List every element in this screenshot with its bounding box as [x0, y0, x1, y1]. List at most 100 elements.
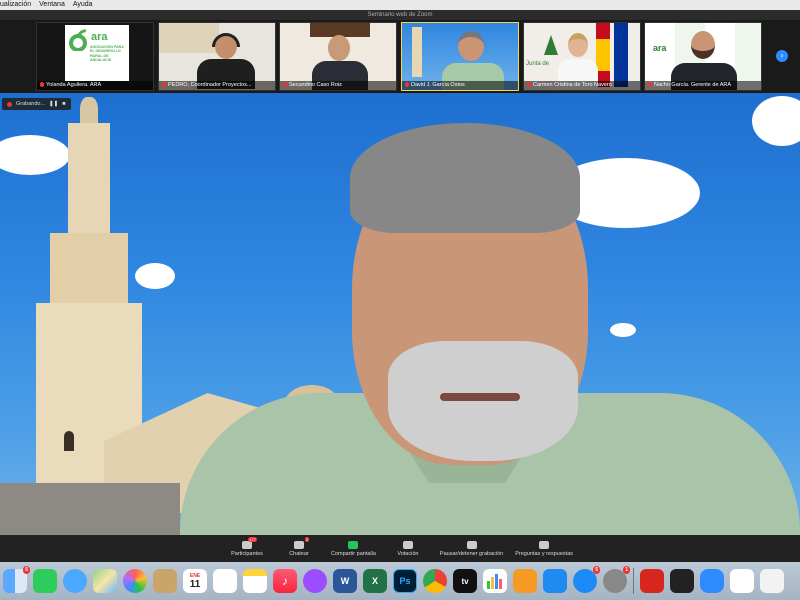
participant-tile[interactable]: ara ASOCIACIÓN PARA EL DESARROLLO RURAL … [36, 22, 154, 91]
share-screen-icon [348, 540, 359, 549]
share-screen-label: Compartir pantalla [330, 550, 376, 557]
eu-flag [614, 23, 628, 87]
participant-tile[interactable]: Junta de Carmen Cristina de Toro Navero [523, 22, 641, 91]
stop-icon[interactable]: ■ [62, 98, 65, 110]
calendar-day: 11 [189, 578, 201, 590]
finder-icon[interactable]: 6 [3, 566, 30, 593]
participant-name: David J. García Ostos [402, 81, 518, 90]
muted-mic-icon [527, 82, 531, 88]
cloud [752, 96, 800, 146]
participant-name: Secundino Caso Roiz [280, 81, 396, 90]
ara-logo-icon [69, 29, 87, 51]
junta-logo-text: Junta de [526, 61, 550, 67]
ara-logo-caption: ASOCIACIÓN PARA EL DESARROLLO RURAL DE A… [90, 45, 124, 63]
pause-record-icon [466, 540, 477, 549]
recording-indicator[interactable]: Grabando... ❚❚ ■ [2, 98, 71, 110]
bar-chart-icon [487, 574, 502, 589]
speaker-hair [350, 123, 580, 233]
acrobat-icon[interactable] [640, 569, 664, 593]
chrome-icon[interactable] [423, 569, 447, 593]
cloud [610, 323, 636, 337]
notes-icon[interactable] [243, 569, 267, 593]
muted-mic-icon [648, 82, 652, 88]
tower-upper [68, 123, 110, 233]
muted-mic-icon [40, 82, 44, 88]
maps-icon[interactable] [93, 569, 117, 593]
ara-banner-logo: ara [653, 43, 667, 53]
menu-bar: ualización Ventana Ayuda [0, 0, 800, 10]
music-icon[interactable]: ♪ [273, 569, 297, 593]
participant-head [328, 35, 350, 61]
pause-record-button[interactable]: Pausar/detener grabación [439, 540, 504, 557]
menu-item-help[interactable]: Ayuda [73, 0, 93, 10]
audio-app-icon[interactable] [670, 569, 694, 593]
apple-tv-icon[interactable]: tv [453, 569, 477, 593]
participant-name: Carmen Cristina de Toro Navero [524, 81, 640, 90]
participant-count: 177 [248, 536, 257, 542]
chat-icon: 2 [293, 536, 309, 549]
podcasts-icon[interactable] [303, 569, 327, 593]
main-video [0, 93, 800, 535]
poll-button[interactable]: Votación [388, 540, 428, 557]
finder-badge: 6 [23, 566, 30, 574]
participants-button[interactable]: 177 Participantes [227, 536, 267, 557]
participant-tile[interactable]: PEDRO, Coordinador Proyectos... [158, 22, 276, 91]
facetime-icon[interactable] [33, 569, 57, 593]
junta-logo-icon [544, 35, 558, 55]
word-icon[interactable]: W [333, 569, 357, 593]
participant-name: Nacho García. Gerente de ARA [645, 81, 761, 90]
calendar-icon[interactable]: ENE 11 [183, 569, 207, 593]
app-store-icon[interactable]: 5 [573, 566, 600, 593]
system-preferences-icon[interactable]: 1 [603, 566, 630, 593]
record-dot-icon [7, 101, 12, 107]
share-screen-button[interactable]: Compartir pantalla [330, 540, 376, 557]
muted-mic-icon [405, 82, 409, 88]
wall-map [159, 23, 219, 53]
tower-belfry [50, 233, 128, 303]
chat-button[interactable]: 2 Chatear [279, 536, 319, 557]
muted-mic-icon [283, 82, 287, 88]
window-title: Seminario web de Zoom [0, 10, 800, 20]
pause-record-label: Pausar/detener grabación [439, 550, 504, 557]
participant-tile[interactable]: Secundino Caso Roiz [279, 22, 397, 91]
ara-logo: ara ASOCIACIÓN PARA EL DESARROLLO RURAL … [65, 25, 129, 81]
menu-item-view[interactable]: ualización [0, 0, 31, 10]
speaker-beard [388, 341, 578, 461]
recording-label: Grabando... [16, 101, 46, 107]
pages-icon[interactable] [513, 569, 537, 593]
contacts-icon[interactable] [153, 569, 177, 593]
qa-label: Preguntas y respuestas [515, 550, 574, 557]
rooftops [0, 483, 180, 535]
chat-label: Chatear [289, 550, 309, 557]
ara-logo-text: ara [91, 31, 108, 43]
numbers-icon[interactable] [483, 569, 507, 593]
participant-tile[interactable]: David J. García Ostos [401, 22, 519, 91]
reminders-icon[interactable] [213, 569, 237, 593]
keynote-icon[interactable] [543, 569, 567, 593]
participant-head [568, 33, 588, 57]
document-icon[interactable] [730, 569, 754, 593]
messages-icon[interactable] [63, 569, 87, 593]
participants-label: Participantes [231, 550, 263, 557]
zoom-icon[interactable] [700, 569, 724, 593]
poll-label: Votación [397, 550, 419, 557]
participant-head [458, 31, 484, 61]
participant-tile[interactable]: ara Nacho García. Gerente de ARA [644, 22, 762, 91]
excel-icon[interactable]: X [363, 569, 387, 593]
participant-head [691, 31, 715, 59]
meeting-controls: 177 Participantes 2 Chatear Compartir pa… [0, 535, 800, 562]
photoshop-icon[interactable]: Ps [393, 569, 417, 593]
muted-mic-icon [162, 82, 166, 88]
preview-icon[interactable] [760, 569, 784, 593]
next-page-button[interactable]: › [776, 50, 788, 62]
settings-badge: 1 [623, 566, 630, 574]
qa-button[interactable]: Preguntas y respuestas [515, 540, 574, 557]
dock: 6 ENE 11 ♪ W X Ps tv 5 1 [0, 562, 800, 600]
chat-count: 2 [304, 536, 309, 542]
spain-flag [596, 23, 610, 87]
chevron-right-icon: › [780, 51, 784, 60]
menu-item-window[interactable]: Ventana [39, 0, 65, 10]
bell-tower [412, 27, 422, 77]
photos-icon[interactable] [123, 569, 147, 593]
pause-icon[interactable]: ❚❚ [49, 98, 58, 110]
